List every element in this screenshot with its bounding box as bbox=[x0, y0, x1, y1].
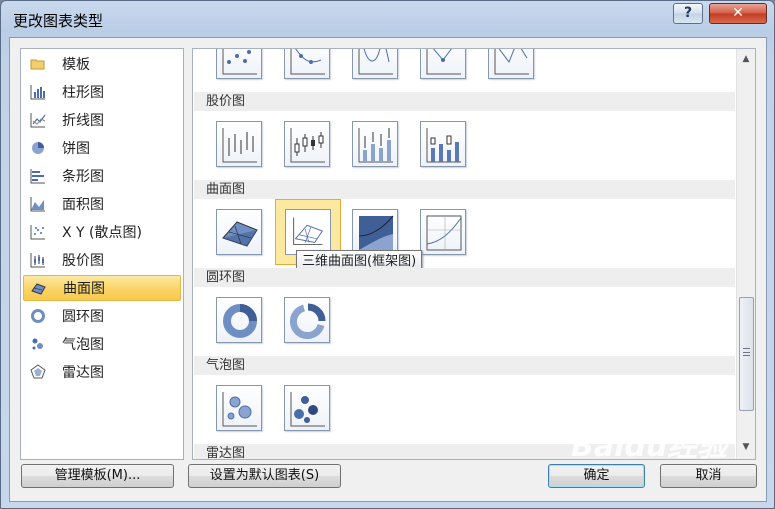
section-header-surface: 曲面图 bbox=[194, 180, 735, 199]
change-chart-type-dialog: 更改图表类型 ? ✕ 模板 柱形图 折线图 饼图 条形图 面积图 X Y (散点… bbox=[0, 0, 775, 509]
line-chart-icon bbox=[30, 113, 46, 128]
scatter-straight-markers-icon bbox=[426, 49, 461, 75]
baidu-watermark: Baidu经验 bbox=[571, 429, 728, 464]
chart-thumb-exploded-doughnut[interactable] bbox=[284, 297, 330, 343]
category-label: X Y (散点图) bbox=[62, 225, 142, 241]
surface-chart-icon bbox=[31, 283, 46, 295]
surface-3d-icon bbox=[222, 221, 258, 247]
chart-thumb-doughnut[interactable] bbox=[216, 297, 262, 343]
surface-wireframe-icon bbox=[285, 209, 331, 255]
bubble-3d-icon bbox=[290, 392, 325, 427]
category-label: 饼图 bbox=[62, 141, 90, 157]
category-bubble[interactable]: 气泡图 bbox=[23, 331, 181, 357]
category-bar[interactable]: 条形图 bbox=[23, 163, 181, 189]
category-stock[interactable]: 股价图 bbox=[23, 247, 181, 273]
contour-wireframe-icon bbox=[426, 215, 462, 251]
category-templates[interactable]: 模板 bbox=[23, 51, 181, 77]
chart-thumb-3d-surface[interactable] bbox=[216, 209, 262, 255]
section-header-stock: 股价图 bbox=[194, 92, 735, 111]
grip-icon bbox=[743, 348, 750, 356]
chart-thumb-stock-vohlc[interactable] bbox=[420, 121, 466, 167]
stock-ohlc-icon bbox=[290, 128, 325, 163]
chart-thumb-scatter-smooth[interactable] bbox=[352, 49, 398, 79]
scatter-smooth-icon bbox=[358, 49, 393, 75]
category-scatter[interactable]: X Y (散点图) bbox=[23, 219, 181, 245]
chart-thumb-scatter-straight-markers[interactable] bbox=[420, 49, 466, 79]
chart-thumb-stock-hlc[interactable] bbox=[216, 121, 262, 167]
chart-thumb-stock-vhlc[interactable] bbox=[352, 121, 398, 167]
category-column[interactable]: 柱形图 bbox=[23, 79, 181, 105]
dialog-title: 更改图表类型 bbox=[13, 12, 104, 30]
scatter-chart-icon bbox=[30, 225, 45, 240]
set-default-chart-button[interactable]: 设置为默认图表(S) bbox=[188, 464, 341, 488]
pie-chart-icon bbox=[32, 142, 44, 154]
doughnut-chart-icon bbox=[31, 309, 45, 323]
chart-thumb-scatter-smooth-markers[interactable] bbox=[284, 49, 330, 79]
stock-vhlc-icon bbox=[358, 128, 393, 163]
category-label: 圆环图 bbox=[62, 309, 104, 325]
category-label: 股价图 bbox=[62, 253, 104, 269]
category-label: 柱形图 bbox=[62, 85, 104, 101]
category-line[interactable]: 折线图 bbox=[23, 107, 181, 133]
bar-chart-icon bbox=[30, 169, 45, 184]
chart-thumb-3d-bubble[interactable] bbox=[284, 385, 330, 431]
help-button[interactable]: ? bbox=[673, 3, 703, 24]
area-chart-icon bbox=[30, 197, 45, 212]
chart-thumb-contour[interactable] bbox=[352, 209, 398, 255]
category-label: 面积图 bbox=[62, 197, 104, 213]
stock-chart-icon bbox=[30, 253, 45, 268]
category-label: 条形图 bbox=[62, 169, 104, 185]
scroll-up-icon[interactable]: ▲ bbox=[737, 51, 755, 68]
category-radar[interactable]: 雷达图 bbox=[23, 359, 181, 385]
close-button[interactable]: ✕ bbox=[709, 3, 767, 24]
category-pie[interactable]: 饼图 bbox=[23, 135, 181, 161]
scatter-markers-icon bbox=[222, 49, 257, 75]
category-label: 气泡图 bbox=[62, 337, 104, 353]
scrollbar-thumb[interactable] bbox=[739, 297, 754, 411]
title-bar[interactable]: 更改图表类型 ? ✕ bbox=[1, 1, 774, 37]
category-area[interactable]: 面积图 bbox=[23, 191, 181, 217]
category-surface[interactable]: 曲面图 bbox=[23, 275, 181, 301]
chart-thumb-scatter-markers[interactable] bbox=[216, 49, 262, 79]
scatter-straight-icon bbox=[494, 49, 529, 75]
chart-thumb-contour-wireframe[interactable] bbox=[420, 209, 466, 255]
chart-subtype-gallery[interactable]: 股价图 曲面图 三维曲面图(框架图) 圆环图 气泡图 雷达图 ▲ ▼ bbox=[192, 48, 756, 460]
stock-hlc-icon bbox=[222, 128, 257, 163]
category-doughnut[interactable]: 圆环图 bbox=[23, 303, 181, 329]
column-chart-icon bbox=[30, 85, 45, 100]
section-header-doughnut: 圆环图 bbox=[194, 268, 735, 287]
chart-thumb-stock-ohlc[interactable] bbox=[284, 121, 330, 167]
section-header-bubble: 气泡图 bbox=[194, 356, 735, 375]
manage-templates-button[interactable]: 管理模板(M)... bbox=[21, 464, 174, 488]
bubble-chart-icon bbox=[32, 338, 43, 350]
exploded-doughnut-icon bbox=[289, 303, 326, 340]
scatter-smooth-markers-icon bbox=[290, 49, 325, 75]
chart-thumb-scatter-straight[interactable] bbox=[488, 49, 534, 79]
bubble-icon bbox=[222, 392, 257, 427]
category-label: 折线图 bbox=[62, 113, 104, 129]
chart-category-list[interactable]: 模板 柱形图 折线图 饼图 条形图 面积图 X Y (散点图) 股价图 曲面图 … bbox=[20, 48, 184, 460]
gallery-scrollbar[interactable]: ▲ ▼ bbox=[736, 49, 755, 459]
category-label: 雷达图 bbox=[62, 365, 104, 381]
folder-icon bbox=[30, 59, 45, 70]
doughnut-icon bbox=[223, 304, 257, 338]
category-label: 曲面图 bbox=[63, 281, 105, 297]
chart-thumb-bubble[interactable] bbox=[216, 385, 262, 431]
category-label: 模板 bbox=[62, 57, 90, 73]
stock-vohlc-icon bbox=[426, 128, 461, 163]
radar-chart-icon bbox=[30, 364, 46, 379]
